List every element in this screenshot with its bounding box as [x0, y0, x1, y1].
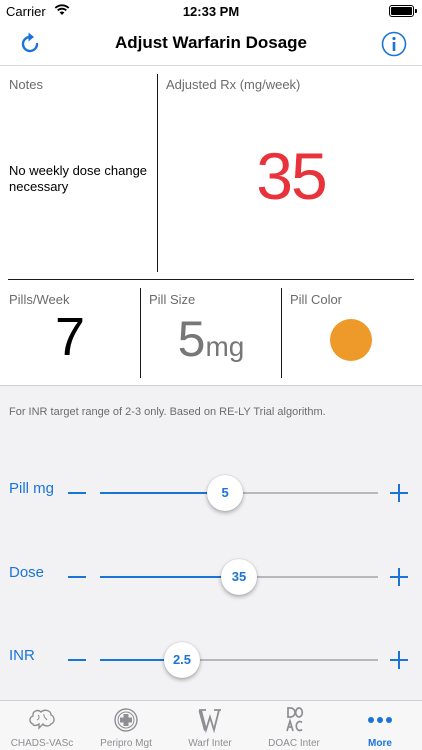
status-time: 12:33 PM — [182, 4, 240, 19]
divider — [8, 279, 414, 280]
pill-size-value: 5mg — [141, 310, 281, 368]
inr-decrement-button[interactable] — [68, 659, 86, 661]
divider — [281, 288, 282, 378]
navigation-bar: Adjust Warfarin Dosage — [0, 22, 422, 66]
medical-cross-icon — [114, 708, 138, 732]
more-dots-icon — [368, 717, 392, 723]
adjusted-rx-label: Adjusted Rx (mg/week) — [166, 77, 301, 92]
notes-label: Notes — [9, 77, 43, 92]
dose-slider-thumb[interactable]: 35 — [221, 559, 257, 595]
pills-week-value: 7 — [54, 307, 86, 367]
results-panel: Notes No weekly dose change necessary Ad… — [0, 66, 422, 386]
status-bar: Carrier 12:33 PM — [0, 0, 422, 22]
inr-increment-button[interactable] — [390, 651, 408, 669]
tab-label: DOAC Inter — [268, 738, 320, 749]
dose-slider-row: Dose 35 — [0, 559, 422, 604]
inr-slider[interactable]: 2.5 — [100, 642, 378, 678]
inr-slider-thumb[interactable]: 2.5 — [164, 642, 200, 678]
w-letter-icon — [198, 709, 221, 734]
tab-chads-vasc[interactable]: CHADS-VASc — [0, 701, 84, 750]
dose-slider[interactable]: 35 — [100, 559, 378, 595]
pill-size-label: Pill Size — [149, 292, 196, 307]
tab-more[interactable]: More — [338, 701, 422, 750]
pill-mg-slider-row: Pill mg 5 — [0, 475, 422, 520]
info-icon[interactable] — [380, 30, 408, 58]
tab-doac-inter[interactable]: DOAC Inter — [252, 701, 336, 750]
pills-week-label: Pills/Week — [9, 292, 70, 307]
algorithm-note: For INR target range of 2-3 only. Based … — [9, 406, 326, 418]
doac-icon — [286, 707, 304, 732]
pill-color-label: Pill Color — [290, 292, 343, 307]
dose-decrement-button[interactable] — [68, 576, 86, 578]
pill-color-swatch — [330, 319, 372, 361]
tab-label: Warf Inter — [188, 738, 232, 749]
tab-label: More — [368, 738, 392, 749]
tab-warf-inter[interactable]: Warf Inter — [168, 701, 252, 750]
tab-bar: CHADS-VASc Peripro Mgt Warf Inter DOAC I… — [0, 700, 422, 750]
adjusted-rx-value: 35 — [256, 139, 327, 213]
pill-size-unit: mg — [205, 331, 245, 362]
pill-mg-slider[interactable]: 5 — [100, 475, 378, 511]
brain-icon — [29, 709, 55, 730]
pill-mg-slider-thumb[interactable]: 5 — [207, 475, 244, 511]
inr-slider-row: INR 2.5 — [0, 642, 422, 687]
inr-label: INR — [9, 647, 35, 664]
notes-text: No weekly dose change necessary — [9, 163, 148, 194]
battery-icon — [389, 5, 417, 17]
pill-mg-label: Pill mg — [9, 480, 55, 497]
slider-fill — [100, 576, 239, 578]
dose-label: Dose — [9, 564, 45, 581]
divider — [157, 74, 158, 272]
dose-increment-button[interactable] — [390, 568, 408, 586]
pill-size-number: 5 — [177, 311, 206, 367]
tab-label: CHADS-VASc — [10, 738, 74, 749]
tab-peripro-mgt[interactable]: Peripro Mgt — [84, 701, 168, 750]
page-title: Adjust Warfarin Dosage — [114, 33, 308, 52]
tab-label: Peripro Mgt — [100, 738, 152, 749]
pill-mg-decrement-button[interactable] — [68, 492, 86, 494]
pill-mg-increment-button[interactable] — [390, 484, 408, 502]
